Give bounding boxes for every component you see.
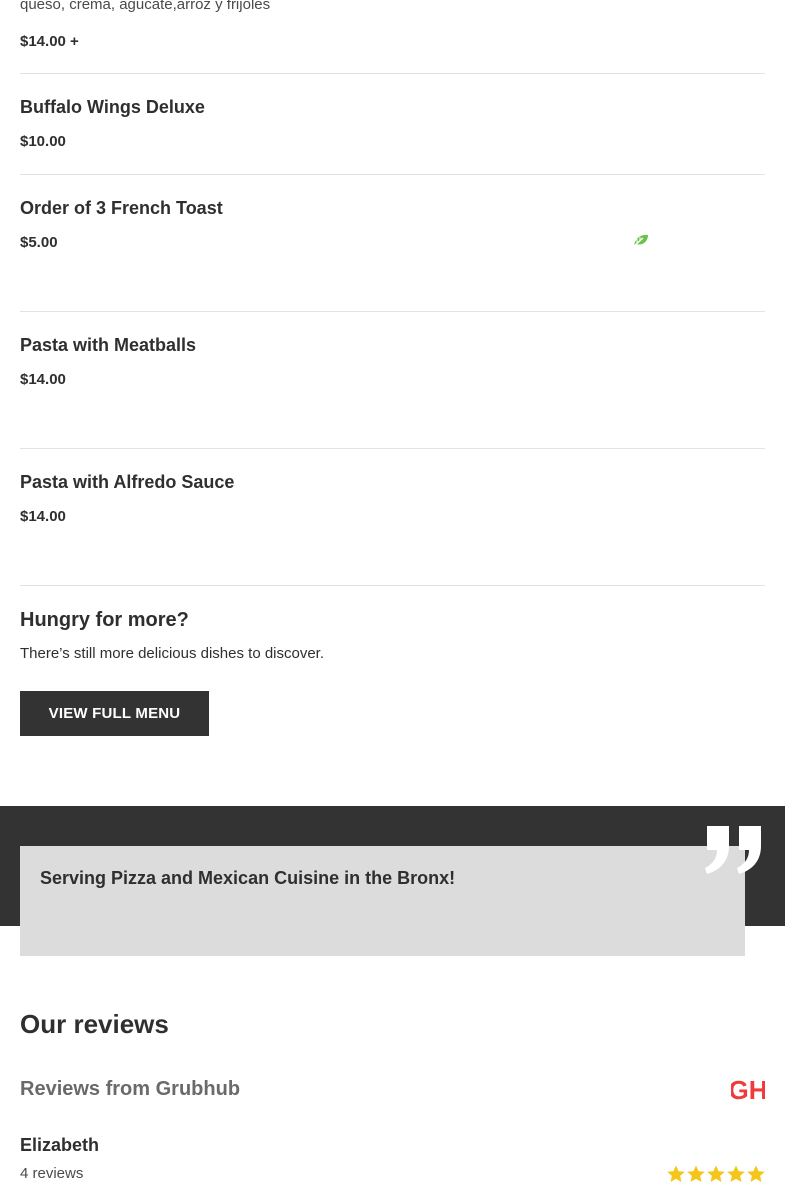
- tagline-text: Serving Pizza and Mexican Cuisine in the…: [40, 868, 456, 888]
- divider: [20, 585, 765, 586]
- star-icon: [727, 1165, 745, 1182]
- view-full-menu-button[interactable]: VIEW FULL MENU: [20, 691, 209, 736]
- reviews-source-label: Reviews from Grubhub: [20, 1078, 241, 1100]
- reviewer-name: Elizabeth: [20, 1135, 100, 1155]
- menu-item-name[interactable]: Order of 3 French Toast: [20, 198, 223, 219]
- menu-item-price: $14.00 +: [20, 33, 79, 50]
- divider: [20, 311, 765, 312]
- divider: [20, 174, 765, 175]
- divider: [20, 73, 765, 74]
- vegetarian-leaf-icon: [632, 234, 648, 248]
- star-icon: [687, 1165, 705, 1182]
- menu-item-price: $5.00: [20, 234, 58, 251]
- more-dishes-subtitle: There’s still more delicious dishes to d…: [20, 645, 325, 662]
- reviewer-review-count: 4 reviews: [20, 1165, 84, 1182]
- menu-item-price: $14.00: [20, 371, 66, 388]
- menu-item-name[interactable]: Pasta with Meatballs: [20, 335, 196, 356]
- tagline-card: [20, 846, 745, 956]
- quote-icon: [705, 826, 761, 874]
- grubhub-logo-icon[interactable]: GH: [731, 1074, 765, 1104]
- menu-item-name[interactable]: Pasta with Alfredo Sauce: [20, 472, 234, 493]
- menu-item-price: $14.00: [20, 508, 66, 525]
- star-icon: [667, 1165, 685, 1182]
- star-icon: [707, 1165, 725, 1182]
- star-rating: [666, 1164, 766, 1184]
- menu-item-name[interactable]: Buffalo Wings Deluxe: [20, 97, 205, 118]
- menu-item-price: $10.00: [20, 133, 66, 150]
- menu-item-description: queso, crema, agucate,arroz y frijoles: [20, 0, 271, 13]
- more-dishes-title: Hungry for more?: [20, 609, 189, 631]
- reviews-title: Our reviews: [20, 1009, 169, 1039]
- grubhub-logo-text: GH: [731, 1075, 765, 1104]
- page: queso, crema, agucate,arroz y frijoles $…: [0, 0, 785, 1202]
- star-icon: [747, 1165, 765, 1182]
- divider: [20, 448, 765, 449]
